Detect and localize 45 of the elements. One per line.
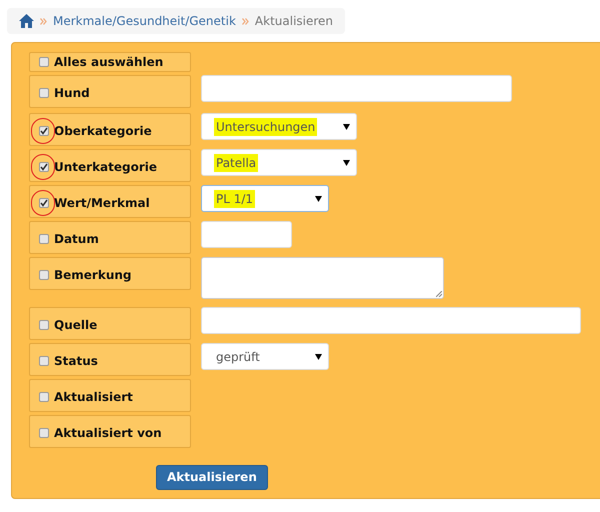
select-value: Untersuchungen xyxy=(214,118,318,136)
resize-grip-icon[interactable] xyxy=(436,291,442,297)
select-value: Patella xyxy=(214,154,258,172)
breadcrumb-current: Aktualisieren xyxy=(254,13,334,30)
checkbox-label: Oberkategorie xyxy=(54,122,152,140)
chevron-icon xyxy=(40,18,47,24)
checkbox[interactable] xyxy=(39,320,49,330)
checkbox-label: Hund xyxy=(54,84,90,102)
input-field[interactable] xyxy=(201,75,512,102)
checkbox-label: Datum xyxy=(54,230,99,248)
caret-icon xyxy=(343,124,350,130)
checkbox[interactable] xyxy=(39,88,49,98)
checkbox-label: Status xyxy=(54,352,98,370)
checkbox[interactable] xyxy=(39,162,49,172)
select-field[interactable]: Untersuchungen xyxy=(201,113,357,140)
checkbox[interactable] xyxy=(39,198,49,208)
checkbox[interactable] xyxy=(39,392,49,402)
text-area[interactable] xyxy=(201,257,444,299)
checkbox[interactable] xyxy=(39,356,49,366)
update-button[interactable]: Aktualisieren xyxy=(156,464,268,490)
caret-icon xyxy=(315,354,322,360)
checkbox-label: Unterkategorie xyxy=(54,158,158,176)
caret-icon xyxy=(315,196,322,202)
chevron-icon xyxy=(242,18,249,24)
checkbox[interactable] xyxy=(39,270,49,280)
breadcrumb-link[interactable]: Merkmale/Gesundheit/Genetik xyxy=(53,12,236,30)
input-field[interactable] xyxy=(201,221,292,248)
checkbox-label: Aktualisiert von xyxy=(54,424,162,442)
caret-icon xyxy=(343,160,350,166)
checkbox[interactable] xyxy=(39,234,49,244)
select-value: PL 1/1 xyxy=(214,190,256,208)
checkbox[interactable] xyxy=(39,57,49,67)
select-field[interactable]: geprüft xyxy=(201,343,329,370)
select-value: geprüft xyxy=(215,348,261,366)
checkbox-label: Bemerkung xyxy=(54,266,132,284)
checkbox[interactable] xyxy=(39,126,49,136)
checkbox[interactable] xyxy=(39,428,49,438)
input-field[interactable] xyxy=(201,307,581,334)
checkbox-label: Aktualisiert xyxy=(54,388,133,406)
home-icon[interactable] xyxy=(19,14,34,28)
checkbox-label: Alles auswählen xyxy=(54,54,164,71)
checkbox-label: Wert/Merkmal xyxy=(54,194,150,212)
select-field[interactable]: Patella xyxy=(201,149,357,176)
checkbox-label: Quelle xyxy=(54,316,98,334)
select-field[interactable]: PL 1/1 xyxy=(201,185,329,212)
